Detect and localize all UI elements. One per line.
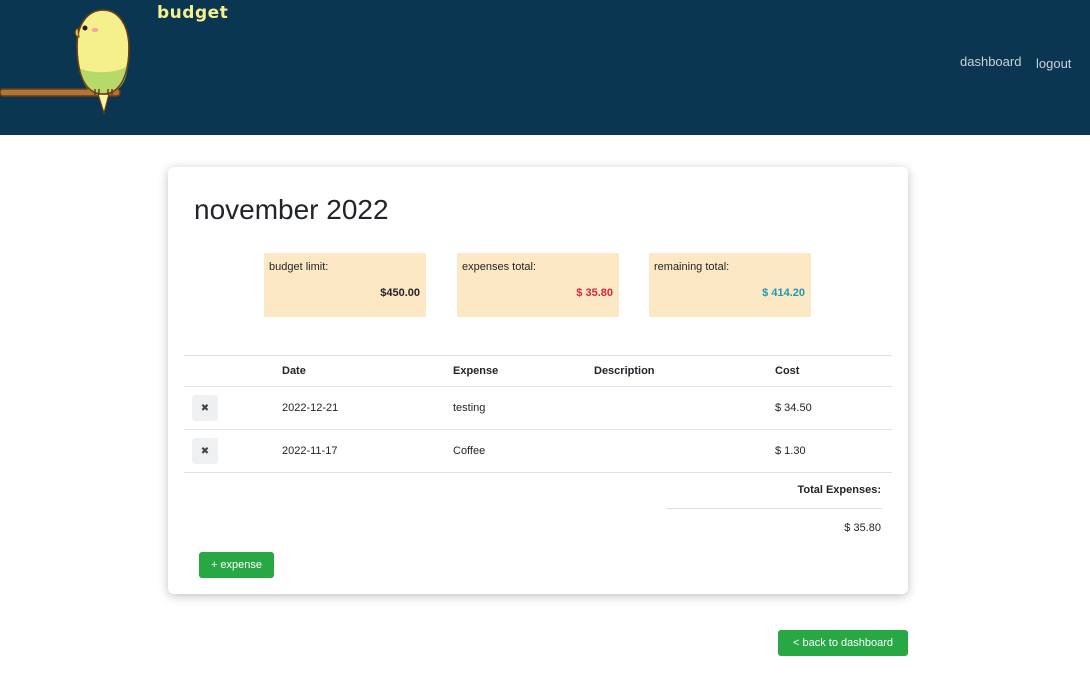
parakeet-logo [0, 0, 135, 120]
expenses-total-label: expenses total: [462, 261, 536, 273]
expense-name: Coffee [453, 429, 594, 473]
close-icon: ✖ [200, 402, 210, 414]
table-row: ✖ 2022-12-21 testing $ 34.50 [184, 386, 892, 430]
expense-date: 2022-12-21 [282, 386, 453, 430]
add-expense-button[interactable]: + expense [199, 552, 274, 578]
budget-limit-box: budget limit: $450.00 [264, 253, 426, 317]
expenses-table: Date Expense Description Cost ✖ 2022-12-… [184, 355, 892, 473]
expense-cost: $ 1.30 [775, 429, 892, 473]
nav-logout-link[interactable]: logout [1036, 56, 1071, 71]
expense-date: 2022-11-17 [282, 429, 453, 473]
total-expenses-value: $ 35.80 [844, 522, 881, 534]
expense-cost: $ 34.50 [775, 386, 892, 430]
page-title: november 2022 [194, 194, 389, 225]
back-to-dashboard-button[interactable]: < back to dashboard [778, 630, 908, 656]
remaining-total-value: $ 414.20 [762, 287, 805, 299]
close-icon: ✖ [200, 445, 210, 457]
expenses-total-value: $ 35.80 [576, 287, 613, 299]
column-header-date: Date [282, 355, 453, 387]
brand-title: budget [157, 3, 229, 23]
delete-expense-button[interactable]: ✖ [192, 438, 218, 464]
column-header-description: Description [594, 355, 775, 387]
column-header-cost: Cost [775, 355, 892, 387]
budget-limit-label: budget limit: [269, 261, 329, 273]
delete-expense-button[interactable]: ✖ [192, 395, 218, 421]
budget-limit-value: $450.00 [380, 287, 420, 299]
total-expenses-label: Total Expenses: [797, 484, 881, 496]
column-header-expense: Expense [453, 355, 594, 387]
nav-dashboard-link[interactable]: dashboard [960, 54, 1021, 69]
total-divider [666, 508, 882, 509]
header-bar: budget dashboard logout [0, 0, 1090, 135]
table-row: ✖ 2022-11-17 Coffee $ 1.30 [184, 429, 892, 473]
column-header-actions [184, 355, 282, 387]
expenses-total-box: expenses total: $ 35.80 [457, 253, 619, 317]
budget-card: november 2022 budget limit: $450.00 expe… [168, 167, 908, 594]
expense-name: testing [453, 386, 594, 430]
expense-description [594, 429, 775, 473]
remaining-total-box: remaining total: $ 414.20 [649, 253, 811, 317]
expense-description [594, 386, 775, 430]
remaining-total-label: remaining total: [654, 261, 730, 273]
table-header-row: Date Expense Description Cost [184, 355, 892, 387]
